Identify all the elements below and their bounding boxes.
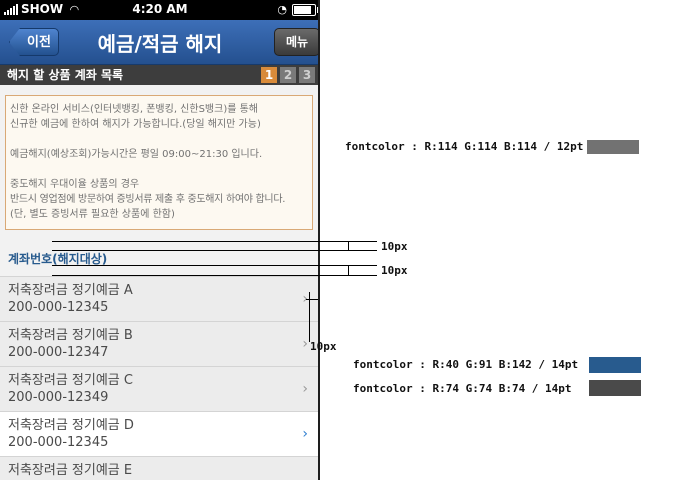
notice-font-annotation: fontcolor : R:114 G:114 B:114 / 12pt [345,140,584,153]
dark-color-swatch [589,380,641,396]
account-number: 200-000-12347 [8,345,109,360]
account-item-c[interactable]: 저축장려금 정기예금 C 200-000-12349 › [0,366,318,411]
guide-line [52,250,377,251]
account-name: 저축장려금 정기예금 B [8,328,133,343]
status-time: 4:20 AM [132,2,188,16]
clock-icon: ◔ [277,3,287,16]
page-title: 예금/적금 해지 [97,32,223,56]
phone-screen: SHOW ◠ 4:20 AM ◔ 이전 예금/적금 해지 메뉴 해지 할 상품 … [0,0,320,480]
spacing-annotation: 10px [381,264,408,277]
account-list-header: 계좌번호(해지대상) [0,243,320,275]
dark-font-annotation: fontcolor : R:74 G:74 B:74 / 14pt [353,382,572,395]
account-item-d[interactable]: 저축장려금 정기예금 D 200-000-12345 › [0,411,318,456]
account-name: 저축장려금 정기예금 D [8,418,134,433]
notice-box: 신한 온라인 서비스(인터넷뱅킹, 폰뱅킹, 신한S뱅크)를 통해 신규한 예금… [5,95,313,230]
notice-color-swatch [587,140,639,154]
blue-color-swatch [589,357,641,373]
notice-line: 예금해지(예상조회)가능시간은 평일 09:00~21:30 입니다. [10,149,263,160]
notice-line: 반드시 영업점에 방문하여 증빙서류 제출 후 중도해지 하여야 합니다. [10,194,286,205]
spacing-annotation: 10px [381,240,408,253]
account-item-e[interactable]: 저축장려금 정기예금 E [0,456,318,480]
chevron-right-icon: › [302,336,308,352]
screen-divider [318,0,320,480]
spacing-annotation: 10px [310,340,337,353]
account-name: 저축장려금 정기예금 C [8,373,133,388]
account-list: 저축장려금 정기예금 A 200-000-12345 › 저축장려금 정기예금 … [0,276,318,480]
guide-line [348,265,349,275]
navigation-bar: 이전 예금/적금 해지 메뉴 [0,20,320,65]
guide-line [52,275,377,276]
notice-line: 신한 온라인 서비스(인터넷뱅킹, 폰뱅킹, 신한S뱅크)를 통해 [10,104,259,115]
section-title: 해지 할 상품 계좌 목록 [7,68,124,82]
guide-line [306,299,318,300]
guide-line [52,265,377,266]
notice-line: (단, 별도 증빙서류 필요한 상품에 한함) [10,209,175,220]
status-bar: SHOW ◠ 4:20 AM ◔ [0,0,320,20]
account-name: 저축장려금 정기예금 A [8,283,133,298]
chevron-right-icon: › [302,381,308,397]
battery-icon [292,3,319,16]
account-number: 200-000-12345 [8,435,109,450]
account-number: 200-000-12345 [8,300,109,315]
step-indicator: 1 2 3 [261,67,315,83]
account-name: 저축장려금 정기예금 E [8,463,133,478]
guide-line [52,241,377,242]
step-3: 3 [299,67,315,83]
step-2: 2 [280,67,296,83]
section-header: 해지 할 상품 계좌 목록 1 2 3 [0,65,320,85]
account-number: 200-000-12349 [8,390,109,405]
account-item-a[interactable]: 저축장려금 정기예금 A 200-000-12345 › [0,276,318,321]
notice-line: 중도해지 우대이율 상품의 경우 [10,179,140,190]
notice-line: 신규한 예금에 한하여 해지가 가능합니다.(당일 해지만 가능) [10,119,261,130]
menu-button[interactable]: 메뉴 [274,28,320,56]
chevron-right-icon: › [302,426,308,442]
account-item-b[interactable]: 저축장려금 정기예금 B 200-000-12347 › [0,321,318,366]
step-1: 1 [261,67,277,83]
guide-line [348,241,349,251]
blue-font-annotation: fontcolor : R:40 G:91 B:142 / 14pt [353,358,579,371]
